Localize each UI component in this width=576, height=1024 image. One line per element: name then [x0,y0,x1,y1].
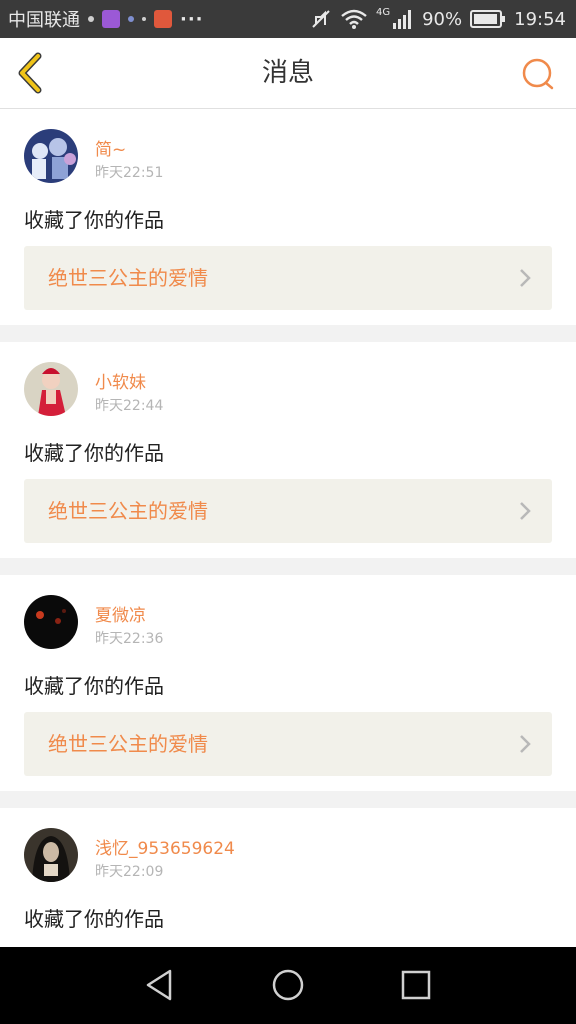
page-header: 消息 [0,38,576,109]
chevron-right-icon [520,735,531,753]
battery-icon [470,10,506,28]
search-icon [522,58,554,90]
user-avatar-image [24,129,78,183]
system-nav-bar [0,947,576,1024]
wifi-icon [341,9,367,29]
message-list[interactable]: 简~ 昨天22:51 收藏了你的作品 绝世三公主的爱情 小软妹 昨天22:44 … [0,109,576,947]
username[interactable]: 简~ [95,135,126,160]
status-bar-left: 中国联通 ··· [8,0,204,38]
work-link[interactable]: 绝世三公主的爱情 [24,712,552,776]
avatar[interactable] [24,362,78,416]
work-link[interactable]: 绝世三公主的爱情 [24,479,552,543]
timestamp: 昨天22:51 [95,165,164,181]
username[interactable]: 夏微凉 [95,601,146,626]
avatar[interactable] [24,828,78,882]
action-text: 收藏了你的作品 [24,441,164,465]
signal-icon [393,10,412,29]
action-text: 收藏了你的作品 [24,674,164,698]
message-card: 小软妹 昨天22:44 收藏了你的作品 绝世三公主的爱情 [0,342,576,558]
chevron-right-icon [520,269,531,287]
status-bar: 中国联通 ··· 4G 90% 19:54 [0,0,576,38]
username[interactable]: 浅忆_953659624 [95,834,235,859]
work-title: 绝世三公主的爱情 [48,499,208,523]
square-recents-icon [401,970,431,1000]
triangle-back-icon [146,969,172,1001]
battery-percent-label: 90% [422,8,463,30]
work-link[interactable]: 绝世三公主的爱情 [24,246,552,310]
circle-home-icon [272,969,304,1001]
nav-home-button[interactable] [270,967,306,1003]
timestamp: 昨天22:44 [95,398,164,414]
avatar[interactable] [24,595,78,649]
notification-dot-icon [142,17,146,21]
nav-back-button[interactable] [142,967,178,1003]
nav-recents-button[interactable] [398,967,434,1003]
timestamp: 昨天22:36 [95,631,164,647]
avatar[interactable] [24,129,78,183]
status-bar-right: 4G 90% 19:54 [310,0,566,38]
message-card: 夏微凉 昨天22:36 收藏了你的作品 绝世三公主的爱情 [0,575,576,791]
chevron-right-icon [520,502,531,520]
clock-label: 19:54 [514,8,566,30]
user-avatar-image [24,362,78,416]
carrier-label: 中国联通 [8,10,80,31]
more-notifications-icon: ··· [180,8,204,30]
user-avatar-image [24,595,78,649]
action-text: 收藏了你的作品 [24,208,164,232]
work-title: 绝世三公主的爱情 [48,732,208,756]
action-text: 收藏了你的作品 [24,907,164,931]
notification-dot-icon [128,16,134,22]
message-card: 浅忆_953659624 昨天22:09 收藏了你的作品 [0,808,576,947]
search-button[interactable] [520,56,556,92]
work-title: 绝世三公主的爱情 [48,266,208,290]
tool-app-icon [154,10,172,28]
page-title: 消息 [261,58,314,88]
mute-icon [312,10,330,28]
timestamp: 昨天22:09 [95,864,164,880]
network-type-label: 4G [375,6,391,18]
message-card: 简~ 昨天22:51 收藏了你的作品 绝世三公主的爱情 [0,109,576,325]
username[interactable]: 小软妹 [95,368,146,393]
user-avatar-image [24,828,78,882]
notification-dot-icon [88,16,94,22]
gallery-app-icon [102,10,120,28]
